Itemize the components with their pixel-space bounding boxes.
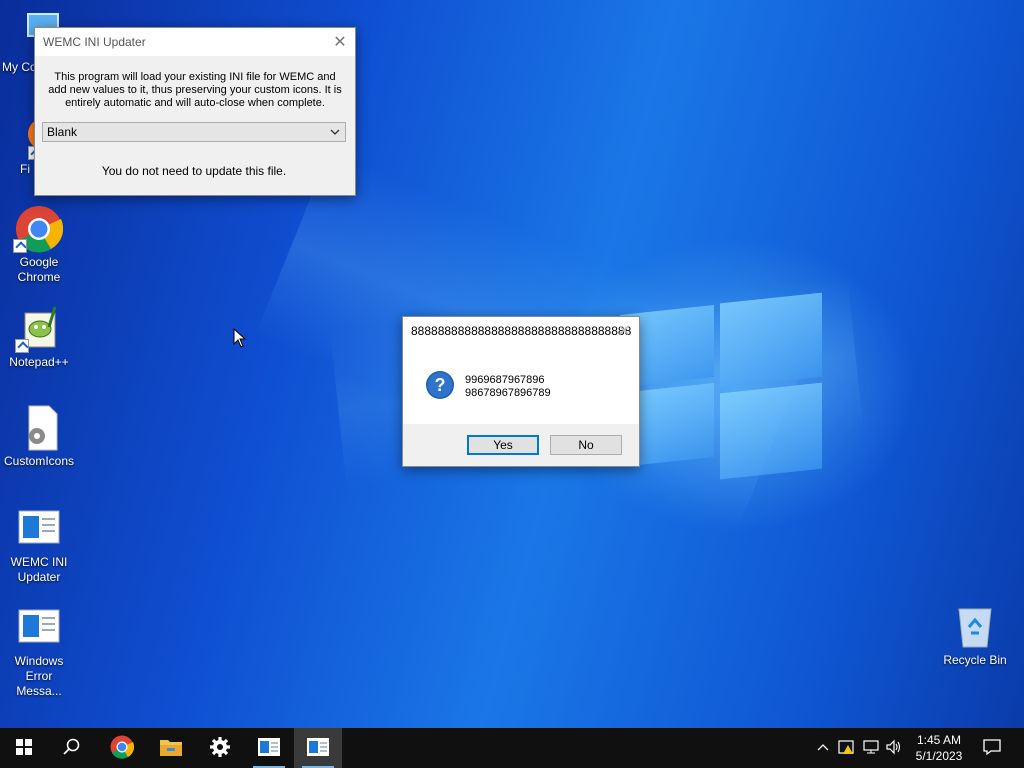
- clock[interactable]: 1:45 AM 5/1/2023: [908, 728, 970, 768]
- wallpaper-windows-logo: [620, 290, 822, 480]
- status-text: You do not need to update this file.: [101, 164, 287, 178]
- no-button[interactable]: No: [550, 435, 622, 455]
- app-window-icon: [15, 505, 63, 553]
- clock-date: 5/1/2023: [915, 749, 963, 763]
- tray-volume-button[interactable]: [883, 728, 905, 768]
- question-icon: ?: [425, 370, 455, 403]
- notification-icon: [983, 738, 1001, 758]
- close-button[interactable]: ✕: [325, 28, 355, 56]
- title-bar[interactable]: WEMC INI Updater ✕: [35, 28, 355, 56]
- window-title: WEMC INI Updater: [43, 35, 146, 49]
- desktop-icon-label: CustomIcons: [3, 454, 75, 468]
- desktop-icon-wemc-ini-updater[interactable]: WEMC INI Updater: [1, 505, 77, 585]
- network-icon: [862, 739, 880, 758]
- wemc-app-icon: [257, 737, 281, 760]
- select-value: Blank: [47, 125, 78, 139]
- wemc-ini-updater-window[interactable]: WEMC INI Updater ✕ This program will loa…: [34, 27, 356, 196]
- yes-button[interactable]: Yes: [467, 435, 539, 455]
- chevron-up-icon: [817, 741, 829, 755]
- dialog-title: 888888888888888888888888888888888: [411, 324, 632, 338]
- title-bar[interactable]: 888888888888888888888888888888888 ✕: [403, 317, 639, 345]
- desktop-icon-windows-error-messages[interactable]: Windows Error Messa...: [1, 604, 77, 699]
- desktop-icon-label: Google Chrome: [17, 255, 61, 284]
- notepad-plus-plus-icon: [15, 305, 63, 353]
- message-line: 9969687967896: [465, 374, 545, 386]
- close-button[interactable]: ✕: [609, 317, 639, 345]
- taskbar-file-explorer-button[interactable]: [147, 728, 195, 768]
- message-area: ? 9969687967896 98678967896789: [403, 345, 639, 424]
- settings-file-icon: [15, 404, 63, 452]
- clock-time: 1:45 AM: [916, 733, 962, 747]
- close-icon: ✕: [333, 34, 347, 51]
- recycle-bin-icon: [951, 603, 999, 651]
- desktop-icon-label: Notepad++: [9, 355, 69, 369]
- tray-security-button[interactable]: [836, 728, 858, 768]
- start-icon: [16, 738, 32, 758]
- taskbar-wemc-app-button[interactable]: [245, 728, 293, 768]
- volume-icon: [885, 739, 903, 758]
- file-explorer-icon: [159, 737, 183, 760]
- show-hidden-icons-button[interactable]: [812, 728, 834, 768]
- app-window-icon: [15, 604, 63, 652]
- desktop-icon-recycle-bin[interactable]: Recycle Bin: [937, 603, 1013, 668]
- svg-text:?: ?: [435, 375, 446, 395]
- shortcut-arrow-icon: [15, 339, 29, 353]
- close-icon: ✕: [617, 323, 631, 340]
- chrome-icon: [13, 205, 64, 253]
- desktop-icon-google-chrome[interactable]: Google Chrome: [1, 205, 77, 285]
- chrome-icon: [110, 735, 135, 762]
- taskbar-error-message-app-button[interactable]: [294, 728, 342, 768]
- message-line: 98678967896789: [465, 387, 551, 399]
- desktop-icon-customicons[interactable]: CustomIcons: [1, 404, 77, 469]
- shortcut-arrow-icon: [13, 239, 27, 253]
- desktop-icon-label: Windows Error Messa...: [14, 654, 64, 698]
- desktop-icon-label: WEMC INI Updater: [10, 555, 68, 584]
- desktop-icon-notepad-plus-plus[interactable]: Notepad++: [1, 305, 77, 370]
- tray-network-button[interactable]: [860, 728, 882, 768]
- error-message-app-icon: [306, 737, 330, 760]
- desktop-icon-label: Recycle Bin: [943, 653, 1007, 667]
- taskbar-chrome-button[interactable]: [98, 728, 146, 768]
- security-warning-icon: [838, 739, 856, 758]
- action-center-button[interactable]: [978, 728, 1006, 768]
- start-button[interactable]: [0, 728, 48, 768]
- description-text: This program will load your existing INI…: [48, 71, 342, 109]
- search-icon: [63, 738, 81, 759]
- message-box-dialog[interactable]: 888888888888888888888888888888888 ✕ ? 99…: [402, 316, 640, 467]
- search-button[interactable]: [48, 728, 96, 768]
- file-select[interactable]: Blank: [42, 122, 346, 142]
- chevron-down-icon: [329, 125, 341, 142]
- taskbar-settings-button[interactable]: [196, 728, 244, 768]
- settings-icon: [209, 736, 231, 761]
- mouse-cursor-icon: [233, 327, 247, 351]
- taskbar: 1:45 AM 5/1/2023: [0, 728, 1024, 768]
